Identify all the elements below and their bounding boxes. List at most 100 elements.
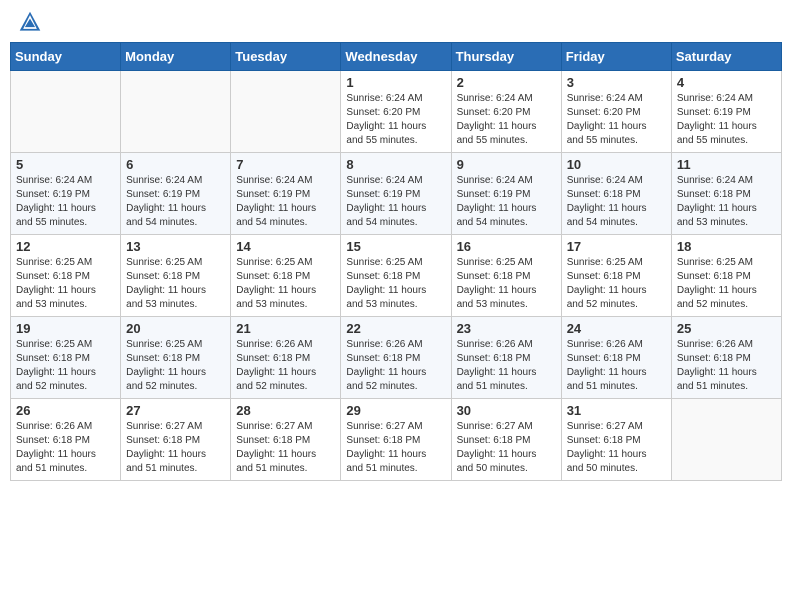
calendar-cell: 1 Sunrise: 6:24 AM Sunset: 6:20 PM Daylig… — [341, 71, 451, 153]
calendar-cell: 5Sunrise: 6:24 AM Sunset: 6:19 PM Daylig… — [11, 153, 121, 235]
day-number: 15 — [346, 239, 445, 254]
day-number: 8 — [346, 157, 445, 172]
day-info: Sunrise: 6:25 AM Sunset: 6:18 PM Dayligh… — [126, 338, 225, 394]
calendar-cell: 10Sunrise: 6:24 AM Sunset: 6:18 PM Dayli… — [561, 153, 671, 235]
weekday-header-tuesday: Tuesday — [231, 43, 341, 71]
day-number: 26 — [16, 403, 115, 418]
day-info: Sunrise: 6:24 AM Sunset: 6:19 PM Dayligh… — [346, 174, 445, 230]
calendar-cell: 14 Sunrise: 6:25 AM Sunset: 6:18 PM Dayli… — [231, 235, 341, 317]
day-number: 28 — [236, 403, 335, 418]
day-number: 22 — [346, 321, 445, 336]
calendar-cell: 4Sunrise: 6:24 AM Sunset: 6:19 PM Daylig… — [671, 71, 781, 153]
calendar-cell: 11 Sunrise: 6:24 AM Sunset: 6:18 PM Dayli… — [671, 153, 781, 235]
calendar-cell: 3Sunrise: 6:24 AM Sunset: 6:20 PM Daylig… — [561, 71, 671, 153]
calendar-cell: 17 Sunrise: 6:25 AM Sunset: 6:18 PM Dayli… — [561, 235, 671, 317]
day-info: Sunrise: 6:26 AM Sunset: 6:18 PM Dayligh… — [457, 338, 556, 394]
day-info: Sunrise: 6:24 AM Sunset: 6:19 PM Dayligh… — [126, 174, 225, 230]
day-info: Sunrise: 6:25 AM Sunset: 6:18 PM Dayligh… — [126, 256, 225, 312]
day-number: 14 — [236, 239, 335, 254]
day-info: Sunrise: 6:27 AM Sunset: 6:18 PM Dayligh… — [346, 420, 445, 476]
calendar-cell: 23 Sunrise: 6:26 AM Sunset: 6:18 PM Dayli… — [451, 317, 561, 399]
calendar-cell: 18 Sunrise: 6:25 AM Sunset: 6:18 PM Dayli… — [671, 235, 781, 317]
calendar-week-row: 5Sunrise: 6:24 AM Sunset: 6:19 PM Daylig… — [11, 153, 782, 235]
calendar-cell: 30 Sunrise: 6:27 AM Sunset: 6:18 PM Dayli… — [451, 399, 561, 481]
calendar-cell: 27Sunrise: 6:27 AM Sunset: 6:18 PM Dayli… — [121, 399, 231, 481]
calendar-cell: 28 Sunrise: 6:27 AM Sunset: 6:18 PM Dayli… — [231, 399, 341, 481]
calendar-cell — [121, 71, 231, 153]
day-info: Sunrise: 6:24 AM Sunset: 6:19 PM Dayligh… — [457, 174, 556, 230]
day-number: 25 — [677, 321, 776, 336]
day-number: 9 — [457, 157, 556, 172]
day-info: Sunrise: 6:24 AM Sunset: 6:19 PM Dayligh… — [677, 92, 776, 148]
day-number: 2 — [457, 75, 556, 90]
calendar-header-row: SundayMondayTuesdayWednesdayThursdayFrid… — [11, 43, 782, 71]
calendar-cell — [671, 399, 781, 481]
day-info: Sunrise: 6:26 AM Sunset: 6:18 PM Dayligh… — [677, 338, 776, 394]
day-info: Sunrise: 6:26 AM Sunset: 6:18 PM Dayligh… — [236, 338, 335, 394]
calendar-cell: 19 Sunrise: 6:25 AM Sunset: 6:18 PM Dayli… — [11, 317, 121, 399]
weekday-header-saturday: Saturday — [671, 43, 781, 71]
calendar-week-row: 12Sunrise: 6:25 AM Sunset: 6:18 PM Dayli… — [11, 235, 782, 317]
calendar-cell: 25 Sunrise: 6:26 AM Sunset: 6:18 PM Dayli… — [671, 317, 781, 399]
day-number: 11 — [677, 157, 776, 172]
day-number: 17 — [567, 239, 666, 254]
day-info: Sunrise: 6:27 AM Sunset: 6:18 PM Dayligh… — [457, 420, 556, 476]
day-number: 30 — [457, 403, 556, 418]
weekday-header-friday: Friday — [561, 43, 671, 71]
day-number: 1 — [346, 75, 445, 90]
logo-triangle-icon — [18, 10, 42, 34]
weekday-header-thursday: Thursday — [451, 43, 561, 71]
calendar-week-row: 19 Sunrise: 6:25 AM Sunset: 6:18 PM Dayli… — [11, 317, 782, 399]
day-info: Sunrise: 6:24 AM Sunset: 6:19 PM Dayligh… — [16, 174, 115, 230]
day-info: Sunrise: 6:25 AM Sunset: 6:18 PM Dayligh… — [16, 338, 115, 394]
calendar-cell: 26 Sunrise: 6:26 AM Sunset: 6:18 PM Dayli… — [11, 399, 121, 481]
day-number: 29 — [346, 403, 445, 418]
calendar-cell: 7Sunrise: 6:24 AM Sunset: 6:19 PM Daylig… — [231, 153, 341, 235]
calendar-cell: 24 Sunrise: 6:26 AM Sunset: 6:18 PM Dayli… — [561, 317, 671, 399]
day-info: Sunrise: 6:25 AM Sunset: 6:18 PM Dayligh… — [16, 256, 115, 312]
day-number: 19 — [16, 321, 115, 336]
calendar-week-row: 1 Sunrise: 6:24 AM Sunset: 6:20 PM Daylig… — [11, 71, 782, 153]
day-info: Sunrise: 6:24 AM Sunset: 6:18 PM Dayligh… — [677, 174, 776, 230]
day-info: Sunrise: 6:24 AM Sunset: 6:20 PM Dayligh… — [457, 92, 556, 148]
day-number: 7 — [236, 157, 335, 172]
day-info: Sunrise: 6:26 AM Sunset: 6:18 PM Dayligh… — [16, 420, 115, 476]
day-info: Sunrise: 6:27 AM Sunset: 6:18 PM Dayligh… — [236, 420, 335, 476]
day-info: Sunrise: 6:24 AM Sunset: 6:20 PM Dayligh… — [567, 92, 666, 148]
calendar-cell — [231, 71, 341, 153]
calendar-cell: 29 Sunrise: 6:27 AM Sunset: 6:18 PM Dayli… — [341, 399, 451, 481]
day-number: 21 — [236, 321, 335, 336]
calendar-cell: 8 Sunrise: 6:24 AM Sunset: 6:19 PM Daylig… — [341, 153, 451, 235]
logo-text — [14, 10, 44, 34]
day-info: Sunrise: 6:25 AM Sunset: 6:18 PM Dayligh… — [346, 256, 445, 312]
day-info: Sunrise: 6:25 AM Sunset: 6:18 PM Dayligh… — [567, 256, 666, 312]
calendar-cell: 15 Sunrise: 6:25 AM Sunset: 6:18 PM Dayli… — [341, 235, 451, 317]
calendar-cell: 31Sunrise: 6:27 AM Sunset: 6:18 PM Dayli… — [561, 399, 671, 481]
calendar-cell: 20 Sunrise: 6:25 AM Sunset: 6:18 PM Dayli… — [121, 317, 231, 399]
day-info: Sunrise: 6:26 AM Sunset: 6:18 PM Dayligh… — [567, 338, 666, 394]
calendar-table: SundayMondayTuesdayWednesdayThursdayFrid… — [10, 42, 782, 481]
day-number: 23 — [457, 321, 556, 336]
day-info: Sunrise: 6:25 AM Sunset: 6:18 PM Dayligh… — [677, 256, 776, 312]
calendar-week-row: 26 Sunrise: 6:26 AM Sunset: 6:18 PM Dayli… — [11, 399, 782, 481]
calendar-cell: 12Sunrise: 6:25 AM Sunset: 6:18 PM Dayli… — [11, 235, 121, 317]
day-info: Sunrise: 6:26 AM Sunset: 6:18 PM Dayligh… — [346, 338, 445, 394]
calendar-cell: 2 Sunrise: 6:24 AM Sunset: 6:20 PM Daylig… — [451, 71, 561, 153]
day-number: 20 — [126, 321, 225, 336]
calendar-cell: 13Sunrise: 6:25 AM Sunset: 6:18 PM Dayli… — [121, 235, 231, 317]
day-number: 18 — [677, 239, 776, 254]
weekday-header-sunday: Sunday — [11, 43, 121, 71]
calendar-cell: 16 Sunrise: 6:25 AM Sunset: 6:18 PM Dayli… — [451, 235, 561, 317]
weekday-header-wednesday: Wednesday — [341, 43, 451, 71]
calendar-cell: 22 Sunrise: 6:26 AM Sunset: 6:18 PM Dayli… — [341, 317, 451, 399]
calendar-cell: 21 Sunrise: 6:26 AM Sunset: 6:18 PM Dayli… — [231, 317, 341, 399]
day-number: 31 — [567, 403, 666, 418]
day-info: Sunrise: 6:25 AM Sunset: 6:18 PM Dayligh… — [457, 256, 556, 312]
logo — [14, 10, 44, 34]
page-header — [10, 10, 782, 34]
day-info: Sunrise: 6:25 AM Sunset: 6:18 PM Dayligh… — [236, 256, 335, 312]
day-number: 16 — [457, 239, 556, 254]
day-info: Sunrise: 6:24 AM Sunset: 6:20 PM Dayligh… — [346, 92, 445, 148]
day-number: 24 — [567, 321, 666, 336]
day-info: Sunrise: 6:27 AM Sunset: 6:18 PM Dayligh… — [126, 420, 225, 476]
